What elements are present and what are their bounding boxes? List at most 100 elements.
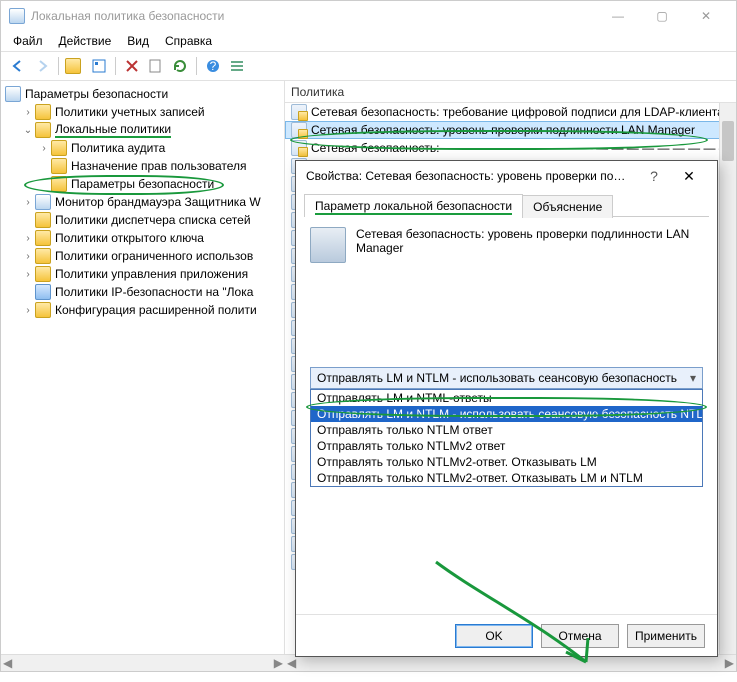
- expand-icon[interactable]: ⌄: [21, 125, 35, 136]
- policy-icon: [291, 140, 307, 156]
- properties-icon[interactable]: [88, 55, 110, 77]
- expand-icon[interactable]: ›: [21, 233, 35, 244]
- dialog-titlebar: Свойства: Сетевая безопасность: уровень …: [296, 161, 717, 191]
- tree-item[interactable]: › Конфигурация расширенной полити: [1, 301, 284, 319]
- policy-icon: [291, 104, 307, 120]
- policy-label: Сетевая безопасность: требование цифрово…: [311, 105, 724, 119]
- ok-button[interactable]: OK: [455, 624, 533, 648]
- tree-label: Параметры безопасности: [71, 177, 214, 191]
- properties-dialog: Свойства: Сетевая безопасность: уровень …: [295, 160, 718, 657]
- folder-icon: [35, 212, 51, 228]
- horizontal-scrollbar-left[interactable]: ◀▶: [1, 654, 285, 671]
- tree-item[interactable]: › Политики управления приложения: [1, 265, 284, 283]
- auth-level-combo[interactable]: Отправлять LM и NTLM - использовать сеан…: [310, 367, 703, 389]
- tree-label: Политика аудита: [71, 141, 165, 155]
- dropdown-option[interactable]: Отправлять LM и NTLM - использовать сеан…: [311, 406, 702, 422]
- tree-label: Политики управления приложения: [55, 267, 248, 281]
- dropdown-option[interactable]: Отправлять только NTLMv2-ответ. Отказыва…: [311, 470, 702, 486]
- app-icon: [9, 8, 25, 24]
- tree-label: Конфигурация расширенной полити: [55, 303, 257, 317]
- up-folder-icon[interactable]: [64, 55, 86, 77]
- expand-icon[interactable]: ›: [21, 305, 35, 316]
- tree-item[interactable]: › Монитор брандмауэра Защитника W: [1, 193, 284, 211]
- tree-item[interactable]: ⌄ Локальные политики: [1, 121, 284, 139]
- expand-icon[interactable]: ›: [21, 269, 35, 280]
- expand-icon[interactable]: ›: [21, 197, 35, 208]
- folder-icon: [51, 158, 67, 174]
- back-icon[interactable]: [7, 55, 29, 77]
- policy-row[interactable]: Сетевая безопасность: — — — — — — — — — …: [285, 139, 736, 157]
- tree-item[interactable]: Политики диспетчера списка сетей: [1, 211, 284, 229]
- tree-label: Политики ограниченного использов: [55, 249, 253, 263]
- tree-label: Назначение прав пользователя: [71, 159, 247, 173]
- window-title: Локальная политика безопасности: [31, 9, 596, 23]
- scroll-thumb[interactable]: [722, 121, 734, 161]
- auth-level-dropdown[interactable]: Отправлять LM и NTML-ответыОтправлять LM…: [310, 389, 703, 487]
- policy-row[interactable]: Сетевая безопасность: уровень проверки п…: [285, 121, 736, 139]
- policy-row[interactable]: Сетевая безопасность: требование цифрово…: [285, 103, 736, 121]
- separator: [58, 57, 59, 75]
- tree-pane[interactable]: Параметры безопасности › Политики учетных…: [1, 81, 285, 654]
- folder-icon: [35, 230, 51, 246]
- folder-icon: [35, 302, 51, 318]
- toolbar: ?: [1, 51, 736, 81]
- separator: [115, 57, 116, 75]
- tab-label: Параметр локальной безопасности: [315, 199, 512, 215]
- maximize-button[interactable]: ▢: [640, 2, 684, 30]
- tree-item[interactable]: › Политики учетных записей: [1, 103, 284, 121]
- dropdown-option[interactable]: Отправлять только NTLMv2-ответ. Отказыва…: [311, 454, 702, 470]
- tree-label: Политики учетных записей: [55, 105, 205, 119]
- dropdown-option[interactable]: Отправлять только NTLM ответ: [311, 422, 702, 438]
- export-icon[interactable]: [145, 55, 167, 77]
- menu-action[interactable]: Действие: [59, 34, 112, 48]
- tree-label: Локальные политики: [55, 122, 171, 138]
- minimize-button[interactable]: —: [596, 2, 640, 30]
- separator: [196, 57, 197, 75]
- expand-icon[interactable]: ›: [21, 107, 35, 118]
- expand-icon[interactable]: ›: [21, 251, 35, 262]
- close-button[interactable]: ✕: [684, 2, 728, 30]
- tree-item[interactable]: Параметры безопасности: [1, 175, 284, 193]
- tree-item[interactable]: Назначение прав пользователя: [1, 157, 284, 175]
- delete-icon[interactable]: [121, 55, 143, 77]
- tree-label: Монитор брандмауэра Защитника W: [55, 195, 261, 209]
- dialog-description: Сетевая безопасность: уровень проверки п…: [356, 227, 703, 255]
- expand-icon[interactable]: ›: [37, 143, 51, 154]
- dropdown-option[interactable]: Отправлять LM и NTML-ответы: [311, 390, 702, 406]
- folder-icon: [51, 176, 67, 192]
- tree-label: Политики IP-безопасности на "Лока: [55, 285, 253, 299]
- dialog-tabs: Параметр локальной безопасности Объяснен…: [304, 193, 709, 217]
- dialog-body: Сетевая безопасность: уровень проверки п…: [296, 217, 717, 614]
- dialog-help-button[interactable]: ?: [639, 168, 669, 184]
- vertical-scrollbar[interactable]: [719, 103, 736, 654]
- tab-explanation[interactable]: Объяснение: [522, 195, 613, 218]
- tree-root-label[interactable]: Параметры безопасности: [25, 87, 168, 101]
- tree-label: Политики диспетчера списка сетей: [55, 213, 251, 227]
- tab-local-security[interactable]: Параметр локальной безопасности: [304, 194, 523, 217]
- server-icon: [310, 227, 346, 263]
- folder-icon: [51, 140, 67, 156]
- shield-icon: [5, 86, 21, 102]
- policy-icon: [291, 122, 307, 138]
- menu-file[interactable]: Файл: [13, 34, 43, 48]
- apply-button[interactable]: Применить: [627, 624, 705, 648]
- tree-item[interactable]: › Политика аудита: [1, 139, 284, 157]
- menubar: Файл Действие Вид Справка: [1, 31, 736, 51]
- column-header[interactable]: Политика: [285, 81, 736, 103]
- cancel-button[interactable]: Отмена: [541, 624, 619, 648]
- menu-view[interactable]: Вид: [127, 34, 149, 48]
- svg-text:?: ?: [210, 59, 217, 73]
- help-icon[interactable]: ?: [202, 55, 224, 77]
- tree-item[interactable]: Политики IP-безопасности на "Лока: [1, 283, 284, 301]
- refresh-icon[interactable]: [169, 55, 191, 77]
- policy-label: Сетевая безопасность: — — — — — — — — — …: [311, 141, 736, 155]
- forward-icon[interactable]: [31, 55, 53, 77]
- tree-item[interactable]: › Политики ограниченного использов: [1, 247, 284, 265]
- tree-item[interactable]: ›Политики открытого ключа: [1, 229, 284, 247]
- folder-icon: [35, 266, 51, 282]
- list-view-icon[interactable]: [226, 55, 248, 77]
- dropdown-option[interactable]: Отправлять только NTLMv2 ответ: [311, 438, 702, 454]
- folder-icon: [35, 248, 51, 264]
- menu-help[interactable]: Справка: [165, 34, 212, 48]
- dialog-close-button[interactable]: ✕: [669, 168, 709, 185]
